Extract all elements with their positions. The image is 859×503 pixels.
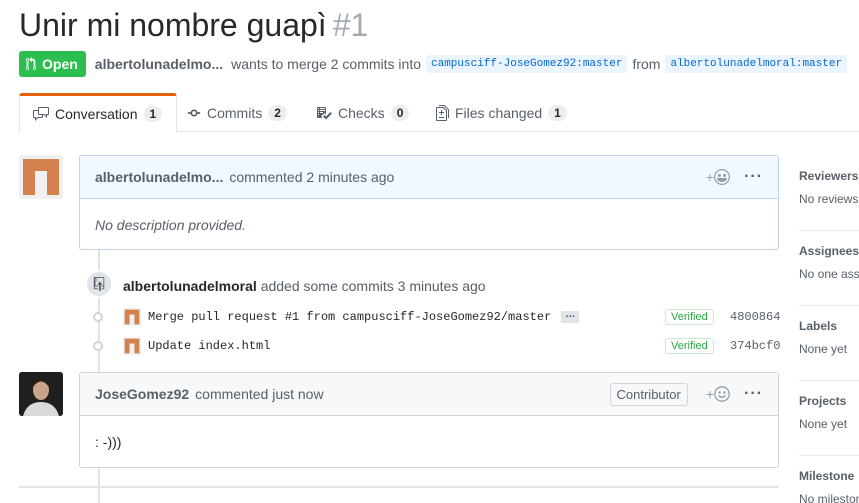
sidebar-heading[interactable]: Milestone [799,469,859,483]
commit-dot-icon [93,341,103,351]
divider [799,230,859,231]
base-branch[interactable]: campusciff-JoseGomez92:master [426,55,628,73]
pr-tabs: Conversation 1 Commits 2 Checks 0 Files … [19,93,859,133]
event-description: added some commits 3 minutes ago [260,278,486,294]
comment-box: albertolunadelmo... commented 2 minutes … [79,155,779,250]
tab-commits[interactable]: Commits 2 [187,93,287,132]
comment-header: JoseGomez92 commented just now Contribut… [80,373,778,416]
verified-badge[interactable]: Verified [665,338,714,354]
pr-title: Unir mi nombre guapì [19,7,327,43]
sidebar-value: No one assigned [799,267,859,281]
sidebar-projects[interactable]: Projects None yet [799,394,859,431]
sidebar-value: None yet [799,342,848,356]
pr-number: #1 [332,7,369,43]
comment-body: : -))) [95,434,122,450]
plus-label: + [705,386,715,402]
event-author-link[interactable]: albertolunadelmoral [123,278,257,294]
comment-discussion-icon [33,107,49,121]
pr-meta-text: wants to merge 2 commits into [231,56,421,72]
tab-counter: 0 [390,104,410,121]
sidebar-labels[interactable]: Labels None yet [799,319,859,356]
sidebar-heading[interactable]: Labels [799,319,859,333]
comment-timestamp: commented 2 minutes ago [229,169,395,185]
commit-message-link[interactable]: Merge pull request #1 from campusciff-Jo… [148,310,551,324]
tab-counter: 1 [548,104,567,121]
identicon-avatar-icon[interactable] [123,308,141,326]
add-reaction-button[interactable]: + [706,386,730,402]
sidebar-heading[interactable]: Reviewers [799,169,859,183]
avatar[interactable] [19,155,63,199]
avatar[interactable] [19,372,63,416]
divider [799,305,859,306]
page-title: Unir mi nombre guapì #1 [19,7,368,44]
kebab-horizontal-icon[interactable]: ··· [744,169,763,185]
comment-author-link[interactable]: JoseGomez92 [95,386,189,402]
commit-row: Merge pull request #1 from campusciff-Jo… [90,307,780,327]
commit-sha-link[interactable]: 4800864 [730,310,780,324]
event-text: albertolunadelmoral added some commits 3… [123,278,486,294]
smiley-icon [714,386,730,402]
commit-row: Update index.html Verified 374bcf0 [90,336,780,356]
expand-commit-button[interactable]: … [561,310,580,323]
event-icon [85,270,113,298]
sidebar-heading[interactable]: Projects [799,394,859,408]
status-badge: Open [19,51,86,77]
kebab-horizontal-icon[interactable]: ··· [744,386,763,402]
pr-state-row: Open albertolunadelmo... wants to merge … [19,51,852,77]
tab-label: Files changed [455,104,543,121]
comment-actions: Contributor + ··· [609,382,763,406]
file-diff-icon [436,104,449,121]
repo-push-icon [93,277,105,291]
git-commit-icon [187,109,201,116]
commit-message-link[interactable]: Update index.html [148,339,270,353]
tab-label: Conversation [55,106,138,122]
sidebar-milestone[interactable]: Milestone No milestone [799,469,859,503]
sidebar-reviewers[interactable]: Reviewers No reviews [799,169,859,206]
status-label: Open [42,56,78,72]
sidebar-assignees[interactable]: Assignees No one assigned [799,244,859,281]
tab-label: Commits [207,104,263,121]
comment-author-link[interactable]: albertolunadelmo... [95,169,223,185]
sidebar-value: No milestone [799,492,859,503]
comment-box: JoseGomez92 commented just now Contribut… [79,372,779,468]
tab-counter: 2 [268,104,287,121]
smiley-icon [714,169,731,185]
identicon-avatar-icon [19,155,63,199]
tab-label: Checks [338,104,385,121]
git-pull-request-icon [25,57,37,71]
sidebar-heading[interactable]: Assignees [799,244,859,258]
pr-author-link[interactable]: albertolunadelmo... [95,56,223,72]
comment-timestamp: commented just now [195,386,324,402]
user-photo-icon [19,372,63,416]
head-branch[interactable]: albertolunadelmoral:master [665,55,848,73]
comment-body: No description provided. [95,217,246,233]
contributor-badge: Contributor [609,382,688,406]
pr-sidebar: Reviewers No reviews Assignees No one as… [799,155,859,503]
divider [799,455,859,456]
sidebar-value: No reviews [799,192,859,206]
sidebar-value: None yet [799,417,848,431]
tab-files-changed[interactable]: Files changed 1 [436,93,567,132]
commit-sha-link[interactable]: 374bcf0 [730,339,780,353]
comment-header: albertolunadelmo... commented 2 minutes … [80,156,778,199]
timeline-divider [19,486,779,488]
comment-actions: + ··· [706,169,763,185]
plus-label: + [705,169,715,185]
tab-checks[interactable]: Checks 0 [316,93,410,132]
identicon-avatar-icon[interactable] [123,337,141,355]
tab-conversation[interactable]: Conversation 1 [19,93,178,133]
commit-dot-icon [93,312,103,322]
add-reaction-button[interactable]: + [705,169,731,185]
from-text: from [632,56,661,72]
tab-counter: 1 [143,106,163,122]
divider [799,380,859,381]
checklist-icon [317,106,332,119]
verified-badge[interactable]: Verified [665,309,714,325]
